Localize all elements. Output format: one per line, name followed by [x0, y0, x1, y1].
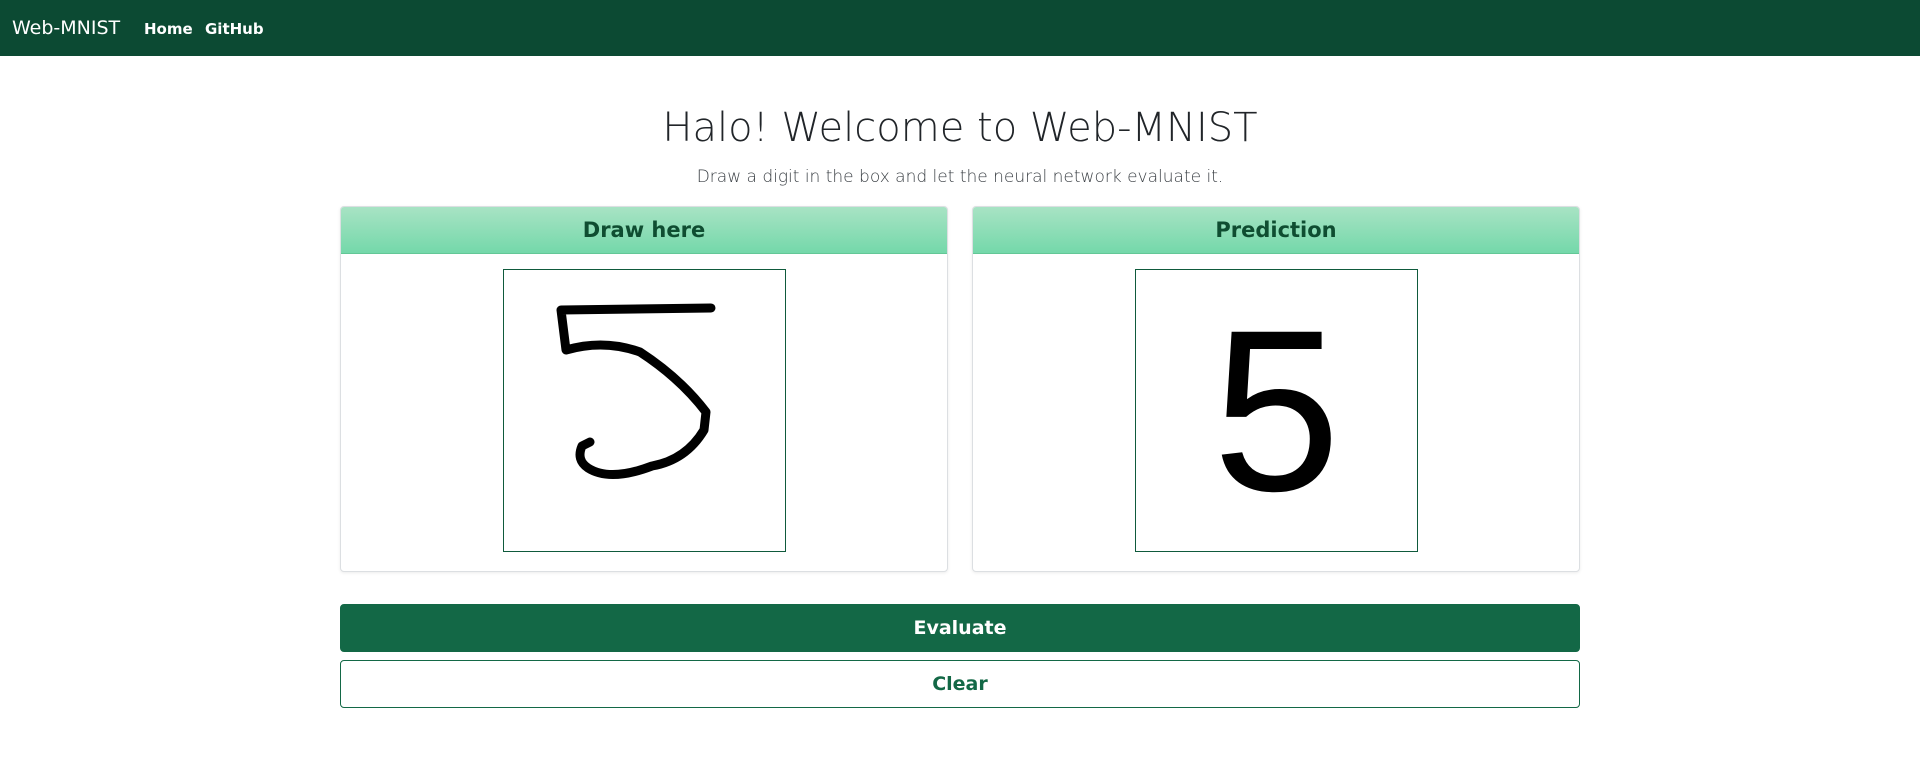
evaluate-button[interactable]: Evaluate [340, 604, 1580, 652]
nav-link-github[interactable]: GitHub [205, 19, 264, 39]
prediction-card: Prediction 5 [972, 206, 1580, 572]
prediction-card-header: Prediction [973, 207, 1579, 254]
draw-card-header: Draw here [341, 207, 947, 254]
draw-card: Draw here [340, 206, 948, 572]
page-title: Halo! Welcome to Web-MNIST [662, 105, 1258, 151]
prediction-box: 5 [1135, 269, 1418, 552]
clear-button[interactable]: Clear [340, 660, 1580, 708]
predicted-digit: 5 [1212, 281, 1341, 539]
page-subtitle: Draw a digit in the box and let the neur… [696, 167, 1224, 187]
brand-link[interactable]: Web-MNIST [12, 16, 120, 40]
top-navbar: Web-MNIST Home GitHub [0, 0, 1920, 56]
nav-link-home[interactable]: Home [144, 19, 193, 39]
drawn-stroke [556, 303, 716, 480]
drawing-canvas[interactable] [503, 269, 786, 552]
